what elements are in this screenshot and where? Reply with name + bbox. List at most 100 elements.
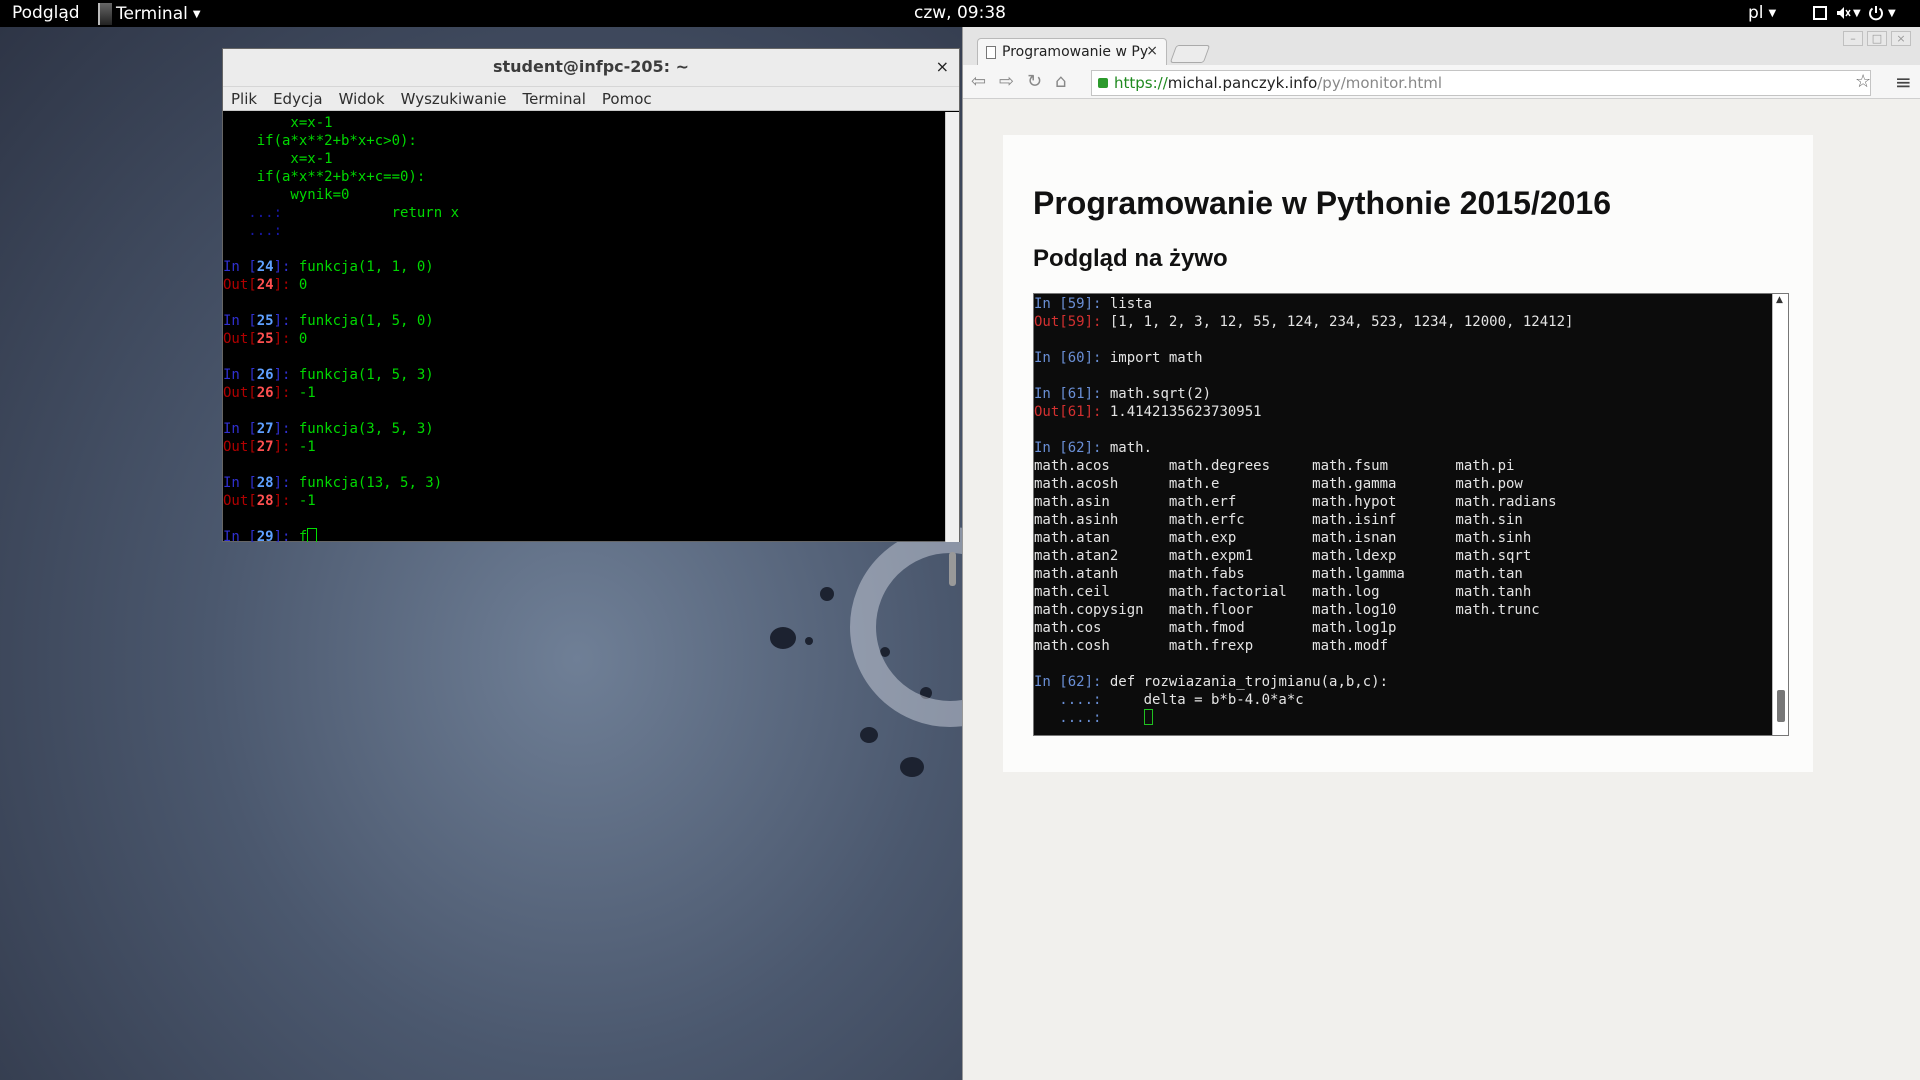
terminal-line: x=x-1: [223, 114, 945, 132]
menu-item[interactable]: Plik: [223, 87, 265, 110]
prompt-number: 60: [1067, 350, 1085, 366]
terminal-scrollbar[interactable]: [945, 112, 959, 586]
prompt-in: In [: [1034, 674, 1068, 690]
terminal-output[interactable]: x=x-1 if(a*x**2+b*x+c>0): x=x-1 if(a*x**…: [223, 112, 945, 542]
continuation-prompt: ...:: [223, 223, 291, 239]
prompt-number: 61: [1067, 404, 1085, 420]
prompt-in: In [: [223, 367, 257, 383]
console-scrollbar[interactable]: ▲: [1772, 294, 1788, 735]
line-text: funkcja(1, 5, 3): [298, 367, 434, 383]
console-output: In [59]: lista Out[59]: [1, 1, 2, 3, 12, …: [1034, 294, 1772, 735]
power-icon[interactable]: [1868, 5, 1884, 21]
prompt-out: ]:: [273, 493, 299, 509]
line-text: [1, 1, 2, 3, 12, 55, 124, 234, 523, 1234…: [1109, 314, 1574, 330]
url-scheme: https://: [1114, 74, 1168, 92]
dropdown-arrow-icon: ▼: [1768, 7, 1777, 19]
terminal-titlebar[interactable]: student@infpc-205: ~ ×: [223, 49, 959, 87]
volume-icon[interactable]: [1836, 5, 1852, 21]
terminal-line: if(a*x**2+b*x+c>0):: [223, 132, 945, 150]
prompt-in: ]:: [1084, 674, 1110, 690]
terminal-line: Out[28]: -1: [223, 492, 945, 510]
terminal-line: Out[27]: -1: [223, 438, 945, 456]
prompt-number: 28: [256, 475, 274, 491]
close-icon[interactable]: ×: [936, 57, 949, 76]
browser-menu-icon[interactable]: ≡: [1895, 70, 1912, 94]
text-cursor: [307, 528, 318, 542]
url-host: michal.panczyk.info: [1167, 74, 1318, 92]
home-icon[interactable]: ⌂: [1055, 71, 1066, 92]
terminal-line: wynik=0: [223, 186, 945, 204]
console-line: Out[59]: [1, 1, 2, 3, 12, 55, 124, 234, …: [1034, 313, 1772, 331]
terminal-title: student@infpc-205: ~: [492, 57, 690, 76]
prompt-out: Out[: [223, 493, 257, 509]
terminal-line: ...:: [223, 222, 945, 240]
line-text: x=x-1: [223, 151, 333, 167]
page-card: Programowanie w Pythonie 2015/2016 Podgl…: [1003, 135, 1813, 772]
window-close-icon[interactable]: ×: [1891, 31, 1911, 46]
page-viewport: Programowanie w Pythonie 2015/2016 Podgl…: [963, 99, 1920, 1080]
menu-item[interactable]: Pomoc: [594, 87, 660, 110]
terminal-line: In [29]: f: [223, 528, 945, 542]
prompt-in: ]:: [273, 367, 299, 383]
scrollbar-thumb[interactable]: [949, 552, 956, 586]
line-text: -1: [298, 493, 316, 509]
bookmark-star-icon[interactable]: ☆: [1855, 71, 1871, 92]
console-line: math.atan2 math.expm1 math.ldexp math.sq…: [1034, 547, 1772, 565]
minimize-icon[interactable]: –: [1843, 31, 1863, 46]
line-text: math.asin math.erf math.hypot math.radia…: [1034, 494, 1557, 510]
prompt-out: ]:: [1084, 404, 1110, 420]
maximize-icon[interactable]: □: [1867, 31, 1887, 46]
wallpaper-splat: [820, 587, 834, 601]
line-text: math.copysign math.floor math.log10 math…: [1034, 602, 1540, 618]
menu-item[interactable]: Wyszukiwanie: [393, 87, 515, 110]
line-text: math.atan math.exp math.isnan math.sinh: [1034, 530, 1532, 546]
new-tab-button[interactable]: [1169, 45, 1211, 63]
reload-icon[interactable]: ↻: [1027, 71, 1042, 92]
line-text: math.: [1109, 440, 1153, 456]
prompt-in: ]:: [273, 529, 299, 542]
menu-item[interactable]: Widok: [331, 87, 393, 110]
top-bar: Podgląd Terminal ▼ czw, 09:38 pl ▼ ▼ ▼: [0, 0, 1920, 27]
forward-icon[interactable]: ⇨: [999, 71, 1014, 92]
language-indicator[interactable]: pl ▼: [1748, 3, 1776, 23]
tab-title: Programowanie w Py: [1002, 44, 1149, 60]
prompt-number: 29: [256, 529, 274, 542]
clock[interactable]: czw, 09:38: [0, 3, 1920, 23]
prompt-number: 62: [1067, 440, 1085, 456]
url-path: /py/monitor.html: [1317, 74, 1443, 92]
menu-item[interactable]: Edycja: [265, 87, 330, 110]
terminal-line: In [27]: funkcja(3, 5, 3): [223, 420, 945, 438]
prompt-in: ]:: [273, 259, 299, 275]
prompt-out: ]:: [273, 331, 299, 347]
menu-item[interactable]: Terminal: [514, 87, 593, 110]
line-text: 0: [298, 277, 308, 293]
address-bar[interactable]: https://michal.panczyk.info/py/monitor.h…: [1091, 70, 1871, 96]
console-line: In [61]: math.sqrt(2): [1034, 385, 1772, 403]
browser-tab[interactable]: Programowanie w Py ×: [977, 38, 1167, 66]
browser-window[interactable]: Programowanie w Py × – □ × ⇦ ⇨ ↻ ⌂ https…: [962, 27, 1920, 1080]
terminal-line: In [28]: funkcja(13, 5, 3): [223, 474, 945, 492]
screen-icon[interactable]: [1812, 5, 1828, 21]
scrollbar-thumb[interactable]: [1777, 690, 1785, 722]
scroll-up-icon[interactable]: ▲: [1776, 295, 1783, 305]
prompt-number: 24: [256, 259, 274, 275]
terminal-window[interactable]: student@infpc-205: ~ × Plik Edycja Widok Wy…: [222, 48, 960, 586]
prompt-in: In [: [223, 475, 257, 491]
prompt-out: ]:: [273, 439, 299, 455]
close-tab-icon[interactable]: ×: [1146, 43, 1158, 59]
line-text: funkcja(3, 5, 3): [298, 421, 434, 437]
console-line: math.cosh math.frexp math.modf: [1034, 637, 1772, 655]
console-line: math.acosh math.e math.gamma math.pow: [1034, 475, 1772, 493]
line-text: x=x-1: [223, 115, 333, 131]
back-icon[interactable]: ⇦: [971, 71, 986, 92]
line-text: lista: [1109, 296, 1153, 312]
prompt-out: Out[: [223, 385, 257, 401]
line-text: -1: [298, 439, 316, 455]
line-text: math.asinh math.erfc math.isinf math.sin: [1034, 512, 1523, 528]
browser-tabstrip: Programowanie w Py × – □ ×: [963, 27, 1920, 66]
line-text: math.atan2 math.expm1 math.ldexp math.sq…: [1034, 548, 1532, 564]
prompt-out: ]:: [273, 385, 299, 401]
